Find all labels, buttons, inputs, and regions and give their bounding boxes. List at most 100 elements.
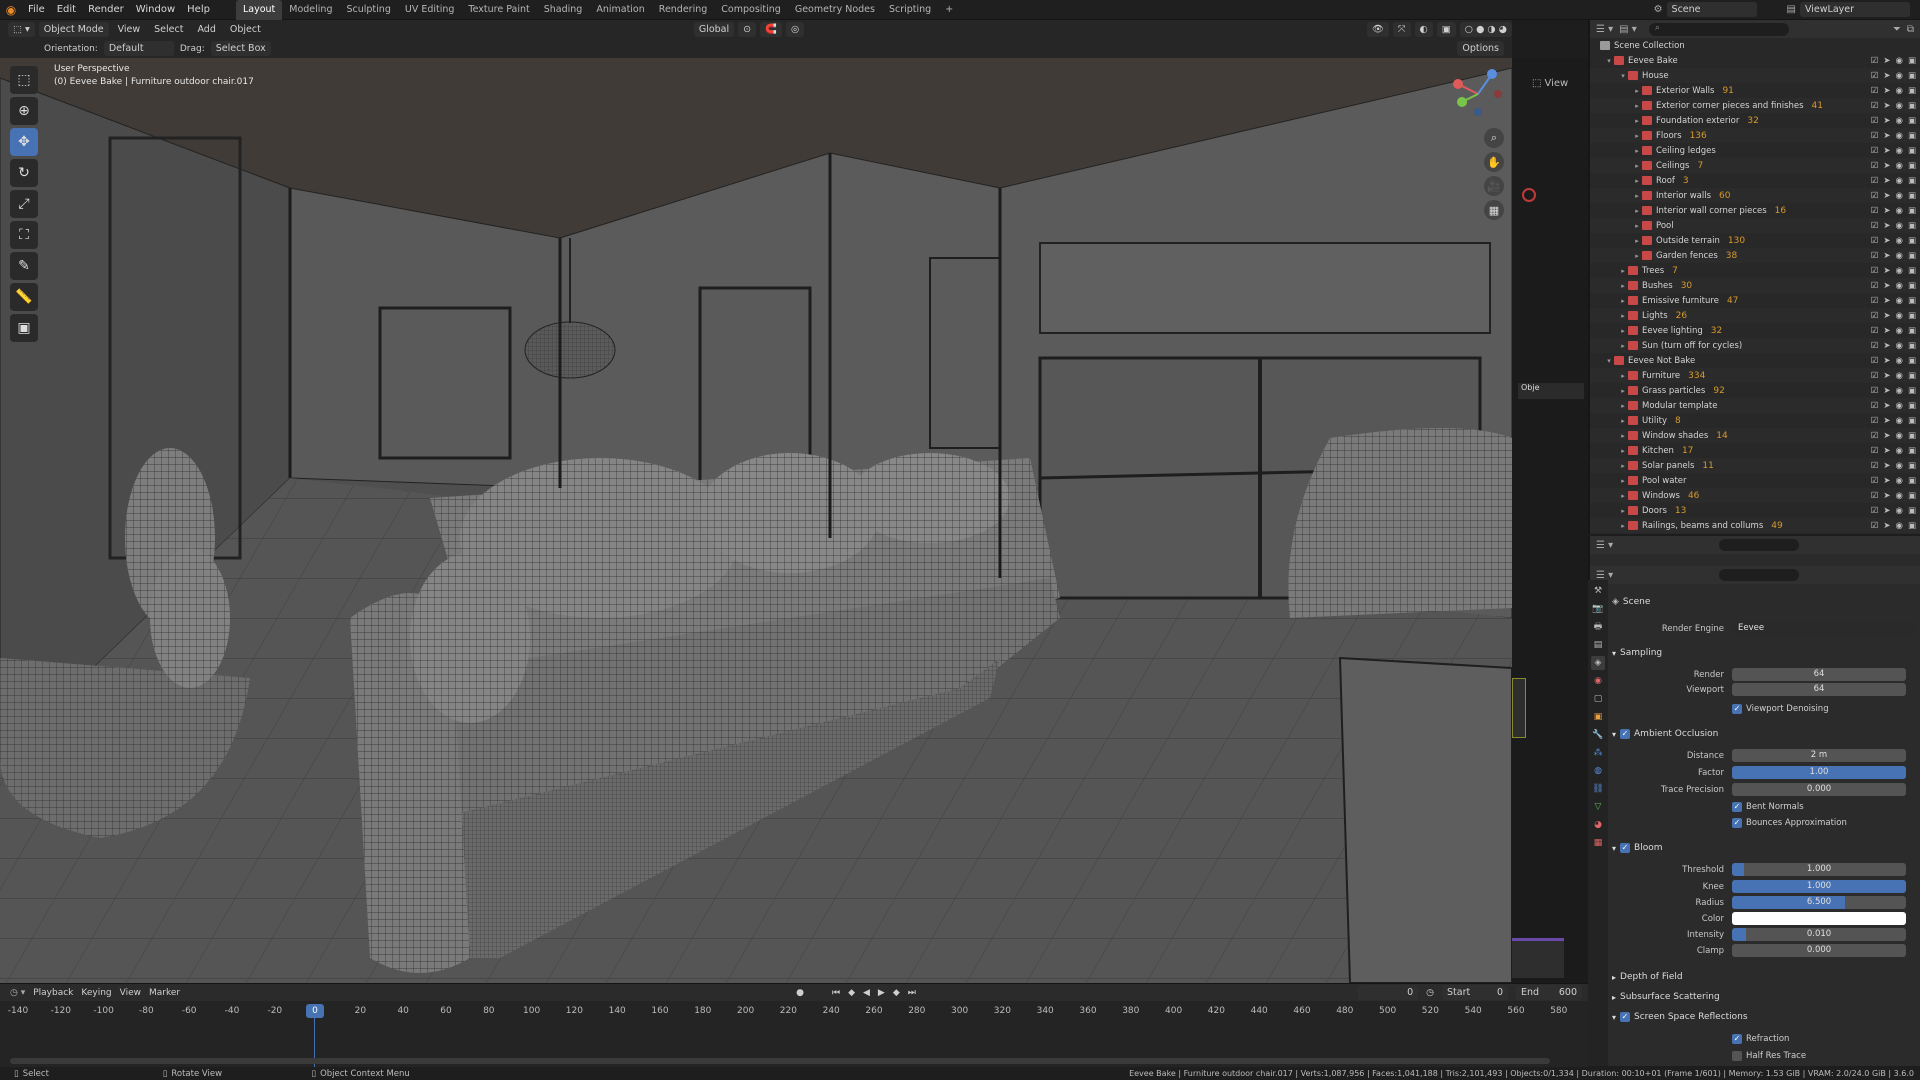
expand-toggle-icon[interactable]: ▸: [1618, 267, 1628, 275]
xray-toggle-icon[interactable]: ▣: [1436, 22, 1456, 37]
exclude-checkbox-icon[interactable]: ☑: [1871, 521, 1879, 531]
tab-geometry-nodes[interactable]: Geometry Nodes: [788, 0, 882, 20]
rotate-tool-icon[interactable]: ↻: [10, 159, 38, 187]
camera-icon[interactable]: ▣: [1908, 416, 1916, 426]
camera-icon[interactable]: ▣: [1908, 446, 1916, 456]
outliner-row[interactable]: ▸ Floors 136 ☑ ➤ ◉ ▣: [1590, 128, 1920, 143]
outliner-row[interactable]: ▸ Lights 26 ☑ ➤ ◉ ▣: [1590, 308, 1920, 323]
exclude-checkbox-icon[interactable]: ☑: [1871, 161, 1879, 171]
visibility-toggles[interactable]: ☑ ➤ ◉ ▣: [1871, 326, 1916, 336]
visibility-toggles[interactable]: ☑ ➤ ◉ ▣: [1871, 461, 1916, 471]
expand-toggle-icon[interactable]: ▸: [1632, 192, 1642, 200]
eye-icon[interactable]: ◉: [1896, 461, 1903, 471]
expand-toggle-icon[interactable]: ▸: [1618, 327, 1628, 335]
next-keyframe-icon[interactable]: ◆: [893, 988, 900, 998]
jump-start-icon[interactable]: ⏮: [832, 988, 840, 998]
scale-tool-icon[interactable]: ⤢: [10, 190, 38, 218]
tool-tab-icon[interactable]: ⚒: [1591, 584, 1605, 598]
start-frame-field[interactable]: Start 0: [1442, 985, 1508, 1000]
outliner-row[interactable]: ▸ Railings, beams and collums 49 ☑ ➤ ◉ ▣: [1590, 518, 1920, 533]
display-mode-icon[interactable]: ▤ ▾: [1619, 24, 1637, 35]
outliner-root[interactable]: Scene Collection: [1590, 38, 1920, 53]
expand-toggle-icon[interactable]: ▸: [1618, 297, 1628, 305]
expand-toggle-icon[interactable]: ▸: [1618, 477, 1628, 485]
select-arrow-icon[interactable]: ➤: [1883, 116, 1890, 126]
shading-modes[interactable]: ○ ● ◑ ◕: [1459, 22, 1512, 37]
camera-icon[interactable]: ▣: [1908, 281, 1916, 291]
outliner-row[interactable]: ▾ House ☑ ➤ ◉ ▣: [1590, 68, 1920, 83]
editor-type-button[interactable]: ⬚ ▾: [8, 22, 35, 37]
bloom-intensity-slider[interactable]: 0.010: [1732, 928, 1906, 941]
select-arrow-icon[interactable]: ➤: [1883, 101, 1890, 111]
select-box-tool-icon[interactable]: ⬚: [10, 66, 38, 94]
exclude-checkbox-icon[interactable]: ☑: [1871, 416, 1879, 426]
eye-icon[interactable]: ◉: [1896, 116, 1903, 126]
exclude-checkbox-icon[interactable]: ☑: [1871, 101, 1879, 111]
outliner-row[interactable]: ▸ Roof 3 ☑ ➤ ◉ ▣: [1590, 173, 1920, 188]
eye-icon[interactable]: ◉: [1896, 491, 1903, 501]
eye-icon[interactable]: ◉: [1896, 446, 1903, 456]
pivot-icon[interactable]: ⊙: [738, 22, 757, 37]
outliner-row[interactable]: ▸ Foundation exterior 32 ☑ ➤ ◉ ▣: [1590, 113, 1920, 128]
eye-icon[interactable]: ◉: [1896, 296, 1903, 306]
visibility-toggles[interactable]: ☑ ➤ ◉ ▣: [1871, 311, 1916, 321]
expand-toggle-icon[interactable]: ▾: [1618, 72, 1628, 80]
eye-icon[interactable]: ◉: [1896, 476, 1903, 486]
select-arrow-icon[interactable]: ➤: [1883, 416, 1890, 426]
expand-toggle-icon[interactable]: ▸: [1618, 417, 1628, 425]
eye-icon[interactable]: ◉: [1896, 86, 1903, 96]
visibility-toggles[interactable]: ☑ ➤ ◉ ▣: [1871, 521, 1916, 531]
select-arrow-icon[interactable]: ➤: [1883, 476, 1890, 486]
visibility-toggles[interactable]: ☑ ➤ ◉ ▣: [1871, 281, 1916, 291]
outliner-row[interactable]: ▸ Ceilings 7 ☑ ➤ ◉ ▣: [1590, 158, 1920, 173]
outliner-row[interactable]: ▸ Bushes 30 ☑ ➤ ◉ ▣: [1590, 278, 1920, 293]
camera-icon[interactable]: ▣: [1908, 71, 1916, 81]
exclude-checkbox-icon[interactable]: ☑: [1871, 236, 1879, 246]
tab-shading[interactable]: Shading: [537, 0, 590, 20]
eye-icon[interactable]: ◉: [1896, 56, 1903, 66]
eye-icon[interactable]: ◉: [1896, 401, 1903, 411]
physics-tab-icon[interactable]: ◍: [1591, 764, 1605, 778]
blender-logo-icon[interactable]: ◉: [0, 3, 22, 17]
exclude-checkbox-icon[interactable]: ☑: [1871, 86, 1879, 96]
expand-toggle-icon[interactable]: ▸: [1618, 507, 1628, 515]
select-arrow-icon[interactable]: ➤: [1883, 56, 1890, 66]
expand-toggle-icon[interactable]: ▸: [1618, 312, 1628, 320]
exclude-checkbox-icon[interactable]: ☑: [1871, 266, 1879, 276]
camera-icon[interactable]: ▣: [1908, 461, 1916, 471]
render-engine-dropdown[interactable]: Eevee: [1732, 622, 1916, 635]
pan-hand-icon[interactable]: ✋: [1484, 152, 1504, 172]
tab-sculpting[interactable]: Sculpting: [339, 0, 397, 20]
bloom-color-swatch[interactable]: [1732, 912, 1906, 925]
expand-toggle-icon[interactable]: ▸: [1632, 132, 1642, 140]
eye-icon[interactable]: ◉: [1896, 371, 1903, 381]
visibility-toggles[interactable]: ☑ ➤ ◉ ▣: [1871, 401, 1916, 411]
node-box[interactable]: [1512, 678, 1526, 738]
camera-icon[interactable]: ▣: [1908, 386, 1916, 396]
select-arrow-icon[interactable]: ➤: [1883, 401, 1890, 411]
outliner-row[interactable]: ▸ Windows 46 ☑ ➤ ◉ ▣: [1590, 488, 1920, 503]
add-workspace-button[interactable]: +: [938, 0, 960, 20]
select-arrow-icon[interactable]: ➤: [1883, 191, 1890, 201]
viewport-denoising-checkbox[interactable]: ✓: [1732, 703, 1742, 714]
camera-icon[interactable]: ▣: [1908, 506, 1916, 516]
exclude-checkbox-icon[interactable]: ☑: [1871, 371, 1879, 381]
transform-tool-icon[interactable]: ⛶: [10, 221, 38, 249]
camera-view-icon[interactable]: 🎥: [1484, 176, 1504, 196]
eye-icon[interactable]: ◉: [1896, 341, 1903, 351]
exclude-checkbox-icon[interactable]: ☑: [1871, 146, 1879, 156]
exclude-checkbox-icon[interactable]: ☑: [1871, 251, 1879, 261]
eye-icon[interactable]: ◉: [1896, 386, 1903, 396]
render-tab-icon[interactable]: 📷: [1591, 602, 1605, 616]
select-arrow-icon[interactable]: ➤: [1883, 311, 1890, 321]
annotate-tool-icon[interactable]: ✎: [10, 252, 38, 280]
ortho-grid-icon[interactable]: ▦: [1484, 200, 1504, 220]
eye-icon[interactable]: ◉: [1896, 311, 1903, 321]
visibility-toggles[interactable]: ☑ ➤ ◉ ▣: [1871, 221, 1916, 231]
camera-icon[interactable]: ▣: [1908, 116, 1916, 126]
outliner-row[interactable]: ▸ Doors 13 ☑ ➤ ◉ ▣: [1590, 503, 1920, 518]
menu-view[interactable]: View: [113, 24, 146, 35]
camera-icon[interactable]: ▣: [1908, 521, 1916, 531]
visibility-toggles[interactable]: ☑ ➤ ◉ ▣: [1871, 56, 1916, 66]
tab-layout[interactable]: Layout: [235, 0, 283, 20]
